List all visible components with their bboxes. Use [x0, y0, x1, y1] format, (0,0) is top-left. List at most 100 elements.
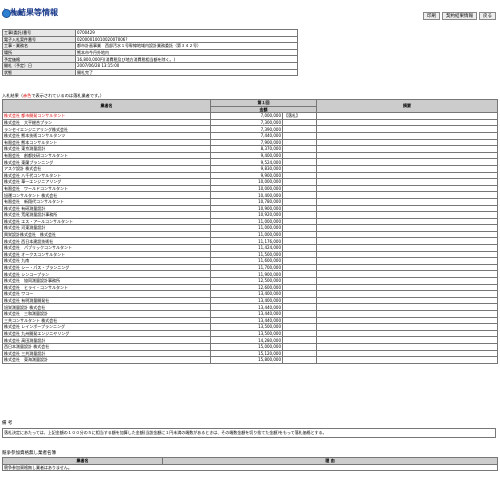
caption-prefix: 入札結果（: [2, 93, 23, 98]
company-name: 株式会社 パブリックコンサルタント: [2, 244, 211, 252]
company-name: 株式会社 三和測量設計: [2, 310, 211, 318]
bid-amount: 13,440,000: [210, 303, 283, 311]
note-cell: [316, 217, 498, 226]
note-cell: [316, 336, 498, 344]
bid-amount: 10,000,000: [210, 178, 283, 186]
bid-amount: 11,700,000: [210, 263, 283, 272]
bid-mark: [282, 151, 317, 160]
table-row: 株式会社 熊本技術コンサルタンツ 7,440,000: [2, 131, 498, 140]
info-key: 電子入札案件番号: [2, 35, 76, 44]
bid-mark: [282, 277, 317, 285]
note-cell: [316, 329, 498, 338]
table-row: 株式会社 オークスコンサルタント 11,500,000: [2, 250, 498, 259]
bid-amount: 7,000,000: [210, 112, 283, 120]
table-row: 株式会社 西日本建設技術社 11,176,000: [2, 237, 498, 246]
company-name: 株式会社 西日本建設技術社: [2, 237, 211, 246]
note-cell: [316, 178, 498, 186]
table-row: 有限会社 ワールドコンサルタント 10,000,000: [2, 184, 498, 193]
table-row: 株式会社 東京測量設計 8,370,000: [2, 145, 498, 153]
table-row: 株式会社 大平総合プラン 7,300,000: [2, 118, 498, 127]
round-header: 第１回: [210, 99, 317, 107]
bid-mark: [282, 211, 317, 219]
bid-mark: [282, 164, 317, 173]
note-cell: [316, 316, 498, 325]
sub-header: 閉鎖: [2, 9, 23, 18]
bid-amount: 8,370,000: [210, 145, 283, 153]
bid-mark: [282, 230, 317, 239]
info-key: 工事・業務名: [2, 42, 76, 50]
bid-amount: 12,500,000: [210, 277, 283, 285]
info-value: 16,800,000円(消費税及び地方消費税相当額を除く。): [75, 55, 298, 63]
table-row: 株式会社 協同測量設計事務所 12,500,000: [2, 277, 498, 285]
table-row: 株式会社 東海測量設計 15,800,000: [2, 356, 498, 364]
table-row: 株式会社 レインボープランニング 13,500,000: [2, 323, 498, 331]
bid-amount: 14,280,000: [210, 336, 283, 344]
bid-mark: [282, 131, 317, 140]
bid-mark: [282, 184, 317, 193]
bid-amount: 13,440,000: [210, 310, 283, 318]
bid-amount: 10,920,000: [210, 211, 283, 219]
bid-amount: 13,400,000: [210, 296, 283, 305]
bid-mark: [282, 158, 317, 166]
bid-mark: [282, 336, 317, 344]
table-row: アスク設計 株式会社 9,830,000: [2, 164, 498, 173]
bid-mark: [282, 145, 317, 153]
note-cell: [316, 112, 498, 120]
note-cell: [316, 211, 498, 219]
bid-amount: 11,000,000: [210, 230, 283, 239]
company-name: 株式会社 華一エンジニアリング: [2, 178, 211, 186]
bid-amount: 13,400,000: [210, 290, 283, 298]
note-cell: [316, 230, 498, 239]
note-cell: [316, 158, 498, 166]
info-table: 工事(委託)番号 0700429 電子入札案件番号 02000010010020070…: [2, 29, 298, 77]
info-row: 電子入札案件番号 0200001001002007006?: [2, 35, 298, 44]
caption-suffix: で表示されているのは落札業者です。）: [31, 93, 105, 98]
company-name: 株式会社 ヒライ・コンサルタント: [2, 283, 211, 292]
company-name: 有限会社 ワールドコンサルタント: [2, 184, 211, 193]
close-link[interactable]: 閉鎖: [13, 10, 23, 17]
info-value: 都市計画事業 西部汚水１号幹線地域内設計業務委託（第３４２号）: [75, 42, 298, 50]
note-cell: [316, 171, 498, 180]
bid-amount: 7,390,000: [210, 125, 283, 133]
table-row: 株式会社 三共測量設計 15,120,000: [2, 349, 498, 358]
company-name: 旭運コンサルタント 株式会社: [2, 191, 211, 199]
note-cell: [316, 184, 498, 193]
back-button[interactable]: 戻る: [479, 12, 496, 20]
bid-amount: 11,176,000: [210, 237, 283, 246]
note-cell: [316, 310, 498, 318]
contract-result-button[interactable]: 契約結果情報: [442, 12, 477, 20]
bid-amount: 13,500,000: [210, 323, 283, 331]
company-name: 有限会社 新翔代コンサルタント: [2, 197, 211, 206]
bid-amount: 9,900,000: [210, 171, 283, 180]
bid-amount: 10,400,000: [210, 191, 283, 199]
company-name: 株式会社 オークスコンサルタント: [2, 250, 211, 259]
note-cell: [316, 283, 498, 292]
bid-mark: [282, 204, 317, 213]
note-cell: [316, 263, 498, 272]
bid-amount: 9,830,000: [210, 164, 283, 173]
note-cell: [316, 356, 498, 364]
bid-amount: 11,000,000: [210, 217, 283, 226]
note-cell: [316, 250, 498, 259]
table-row: ランセイエンジニアリング株式会社 7,390,000: [2, 125, 498, 133]
company-name: ランセイエンジニアリング株式会社: [2, 125, 211, 133]
company-name: 株式会社 シー・パス・プランニング: [2, 263, 211, 272]
note-cell: [316, 131, 498, 140]
table-row: 三共コンサルタント 株式会社 13,440,000: [2, 316, 498, 325]
toolbar: 印刷 契約結果情報 戻る: [423, 12, 496, 20]
bid-amount: 13,440,000: [210, 316, 283, 325]
table-row: 株式会社 エス・アールコンサルタント 11,000,000: [2, 217, 498, 226]
table-row: 株式会社 シー・パス・プランニング 11,700,000: [2, 263, 498, 272]
bid-mark: [282, 342, 317, 351]
bid-amount: 10,900,000: [210, 204, 283, 213]
declined-label: 競争参加資格無し業者名簿: [2, 451, 56, 456]
bid-mark: [282, 270, 317, 279]
company-name: 株式会社 東京測量設計: [2, 145, 211, 153]
table-row: 株式会社 三和測量設計 13,440,000: [2, 310, 498, 318]
print-button[interactable]: 印刷: [423, 12, 440, 20]
company-name: 三共コンサルタント 株式会社: [2, 316, 211, 325]
company-name: 有限会社 熊本コンサルタント: [2, 138, 211, 147]
table-row: 株式会社 河東測量設計 11,000,000: [2, 224, 498, 232]
note-cell: [316, 270, 498, 279]
company-name: 株式会社 東蘭プランニング: [2, 158, 211, 166]
